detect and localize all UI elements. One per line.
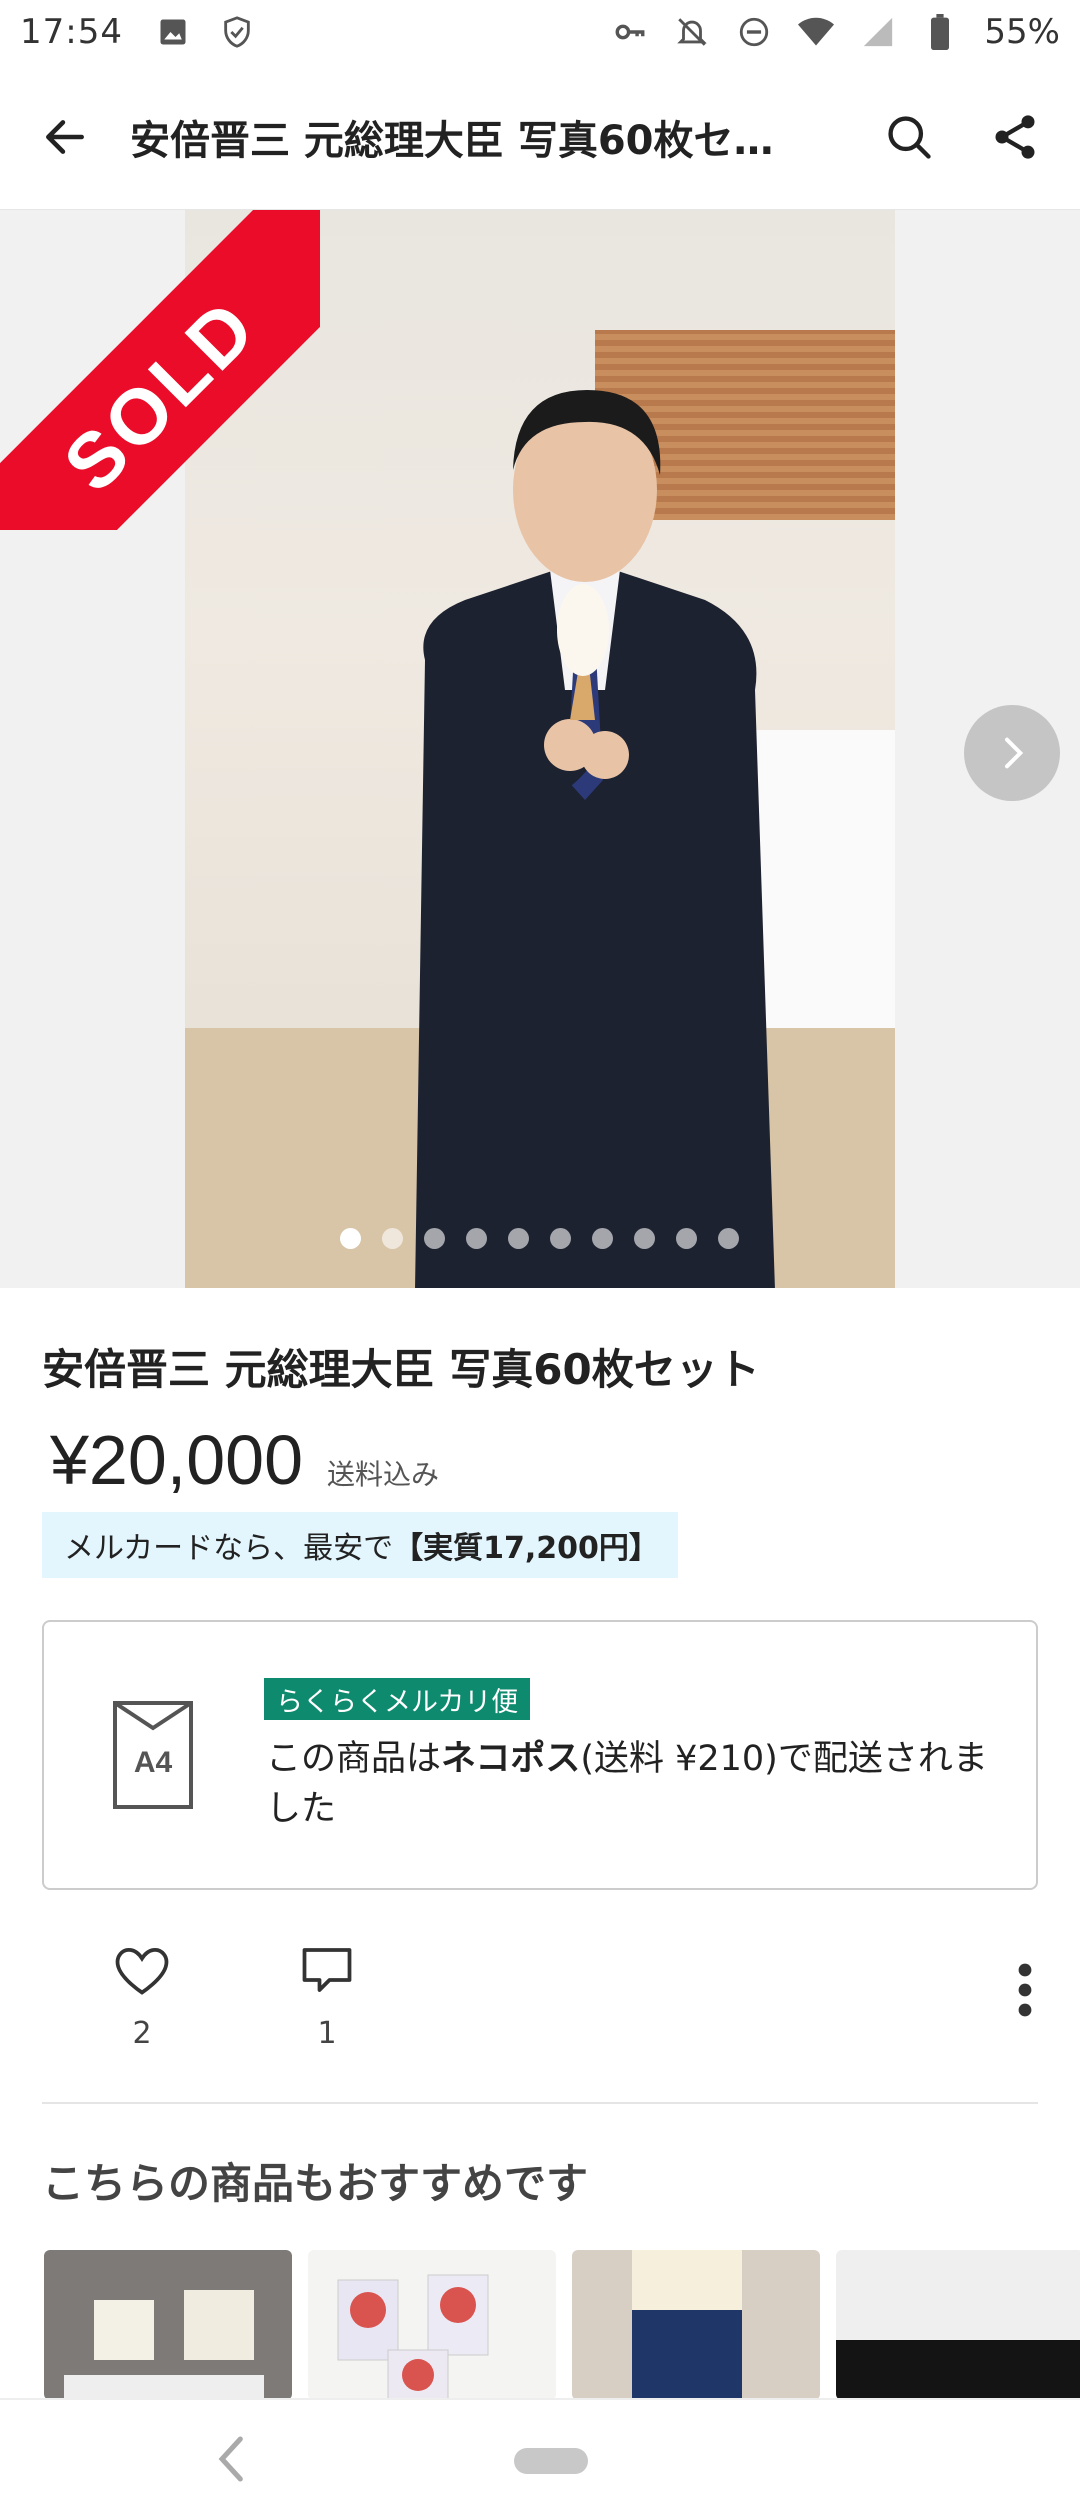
comment-icon bbox=[302, 1948, 352, 1992]
chevron-right-icon bbox=[1005, 737, 1024, 769]
nav-home-pill[interactable] bbox=[514, 2448, 588, 2474]
signal-icon bbox=[860, 14, 896, 50]
carousel-dot[interactable] bbox=[634, 1228, 655, 1249]
carousel-dot[interactable] bbox=[550, 1228, 571, 1249]
status-bar: 17:54 55% bbox=[0, 0, 1080, 64]
page-title: 安倍晋三 元総理大臣 写真60枚セ… bbox=[130, 117, 774, 164]
shipping-description: この商品はネコポス(送料 ¥210)で配送されました bbox=[266, 1734, 1006, 1834]
recommended-item[interactable] bbox=[308, 2250, 556, 2400]
recommended-item[interactable] bbox=[44, 2250, 292, 2400]
shipping-info-card: A4 らくらくメルカリ便 この商品はネコポス(送料 ¥210)で配送されました bbox=[42, 1620, 1038, 1890]
system-nav-bar bbox=[0, 2398, 1080, 2520]
carousel-dot[interactable] bbox=[592, 1228, 613, 1249]
shipping-method-badge: らくらくメルカリ便 bbox=[264, 1678, 531, 1720]
heart-icon bbox=[115, 1948, 169, 1995]
a4-envelope-icon: A4 bbox=[113, 1701, 193, 1809]
carousel-dot[interactable] bbox=[676, 1228, 697, 1249]
mercard-promo[interactable]: メルカードなら、最安で 【実質17,200円】 bbox=[42, 1512, 678, 1578]
recommended-item[interactable] bbox=[836, 2250, 1080, 2400]
comment-count: 1 bbox=[317, 2016, 337, 2051]
gallery-icon bbox=[155, 14, 191, 50]
carousel-dot[interactable] bbox=[340, 1228, 361, 1249]
shipping-included-label: 送料込み bbox=[327, 1458, 440, 1491]
wifi-icon bbox=[798, 14, 835, 50]
item-title: 安倍晋三 元総理大臣 写真60枚セット bbox=[42, 1345, 760, 1394]
app-bar: 安倍晋三 元総理大臣 写真60枚セ… bbox=[0, 64, 1080, 210]
price-row: ¥20,000 送料込み bbox=[50, 1420, 439, 1500]
sold-label: SOLD bbox=[0, 210, 320, 530]
recommendations-title: こちらの商品もおすすめです bbox=[42, 2159, 589, 2208]
status-time: 17:54 bbox=[20, 12, 123, 52]
search-button[interactable] bbox=[874, 102, 944, 172]
notifications-off-icon bbox=[674, 14, 710, 50]
recommended-item[interactable] bbox=[572, 2250, 820, 2400]
share-icon bbox=[995, 114, 1035, 159]
carousel-dot[interactable] bbox=[466, 1228, 487, 1249]
carousel-dot[interactable] bbox=[508, 1228, 529, 1249]
a4-label: A4 bbox=[134, 1746, 173, 1779]
sold-banner: SOLD bbox=[0, 210, 320, 530]
search-icon bbox=[888, 115, 931, 159]
carousel-dot[interactable] bbox=[718, 1228, 739, 1249]
mercard-prefix: メルカードなら、最安で bbox=[64, 1531, 394, 1566]
do-not-disturb-icon bbox=[736, 14, 772, 50]
shield-icon bbox=[219, 14, 255, 50]
comment-button[interactable]: 1 bbox=[287, 1940, 367, 2051]
key-icon bbox=[612, 14, 648, 50]
battery-icon bbox=[922, 14, 958, 50]
carousel-dot[interactable] bbox=[424, 1228, 445, 1249]
divider bbox=[42, 2102, 1038, 2104]
like-count: 2 bbox=[132, 2016, 152, 2051]
mercard-effective-price: 【実質17,200円】 bbox=[393, 1531, 659, 1566]
next-image-button[interactable] bbox=[964, 705, 1060, 801]
arrow-left-icon bbox=[46, 119, 84, 154]
more-options-icon[interactable] bbox=[1010, 1960, 1040, 2020]
recommendation-list bbox=[44, 2250, 1080, 2400]
item-price: ¥20,000 bbox=[50, 1421, 304, 1499]
product-image-carousel[interactable]: SOLD bbox=[0, 210, 1080, 1288]
item-actions: 2 1 bbox=[0, 1940, 1080, 2070]
shipping-carrier: ネコポス bbox=[441, 1739, 581, 1779]
carousel-dot[interactable] bbox=[382, 1228, 403, 1249]
person-figure bbox=[415, 390, 775, 1288]
carousel-indicator bbox=[340, 1228, 739, 1249]
shipping-text-pre: この商品は bbox=[266, 1739, 442, 1779]
like-button[interactable]: 2 bbox=[102, 1940, 182, 2051]
share-button[interactable] bbox=[980, 102, 1050, 172]
nav-back-icon[interactable] bbox=[212, 2434, 252, 2484]
back-button[interactable] bbox=[0, 64, 130, 210]
battery-percent: 55% bbox=[984, 12, 1060, 52]
